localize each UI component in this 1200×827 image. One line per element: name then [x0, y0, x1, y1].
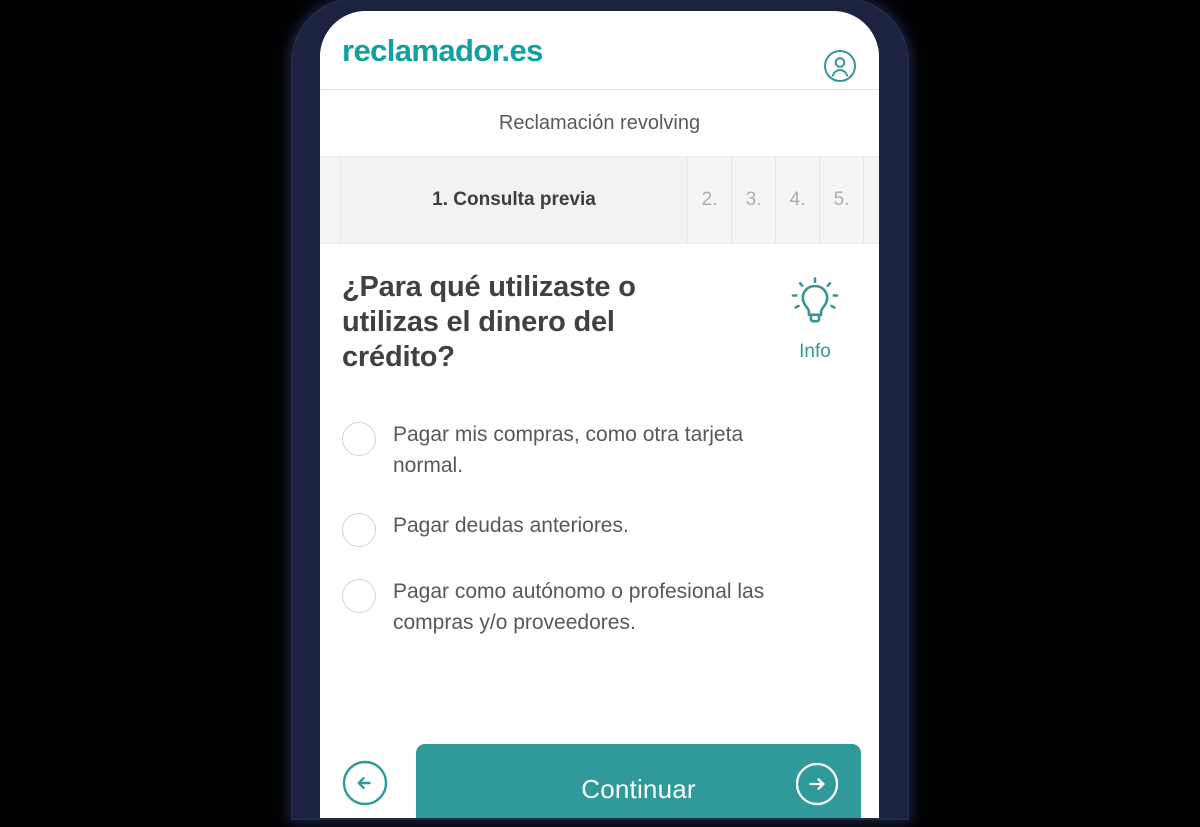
arrow-right-circle-icon — [795, 762, 839, 806]
stepper-step-3[interactable]: 3. — [731, 157, 775, 243]
option-row[interactable]: Pagar mis compras, como otra tarjeta nor… — [342, 420, 857, 481]
stepper-step-2[interactable]: 2. — [687, 157, 731, 243]
form-stepper: 1. Consulta previa 2. 3. 4. 5. — [320, 156, 879, 244]
form-footer: Continuar — [320, 736, 879, 818]
continue-button[interactable]: Continuar — [416, 744, 861, 818]
option-row[interactable]: Pagar como autónomo o profesional las co… — [342, 577, 857, 638]
info-button[interactable]: Info — [785, 274, 845, 363]
lightbulb-icon — [785, 274, 845, 337]
options-list: Pagar mis compras, como otra tarjeta nor… — [342, 420, 857, 638]
stepper-step-6[interactable] — [863, 157, 879, 243]
info-label: Info — [799, 341, 831, 362]
option-label: Pagar como autónomo o profesional las co… — [393, 580, 765, 634]
question-title: ¿Para qué utilizaste o utilizas el diner… — [342, 271, 636, 373]
stepper-step-4[interactable]: 4. — [775, 157, 819, 243]
radio-button[interactable] — [342, 513, 376, 548]
question-row: ¿Para qué utilizaste o utilizas el diner… — [342, 270, 857, 374]
phone-screen: reclamador.es Reclamación revolving 1. C… — [320, 11, 879, 818]
stepper-step-5[interactable]: 5. — [819, 157, 863, 243]
option-label: Pagar mis compras, como otra tarjeta nor… — [393, 423, 744, 477]
app-header: reclamador.es — [320, 11, 879, 89]
option-row[interactable]: Pagar deudas anteriores. — [342, 511, 857, 548]
radio-button[interactable] — [342, 422, 376, 457]
continue-label: Continuar — [581, 773, 696, 804]
account-circle-icon[interactable] — [823, 49, 857, 83]
claim-title: Reclamación revolving — [320, 90, 879, 156]
radio-button[interactable] — [342, 579, 376, 614]
option-label: Pagar deudas anteriores. — [393, 514, 629, 538]
stepper-step-1[interactable]: 1. Consulta previa — [340, 157, 687, 243]
brand-logo[interactable]: reclamador.es — [342, 35, 543, 66]
form-content: ¿Para qué utilizaste o utilizas el diner… — [320, 244, 879, 638]
arrow-left-circle-icon[interactable] — [342, 760, 388, 806]
